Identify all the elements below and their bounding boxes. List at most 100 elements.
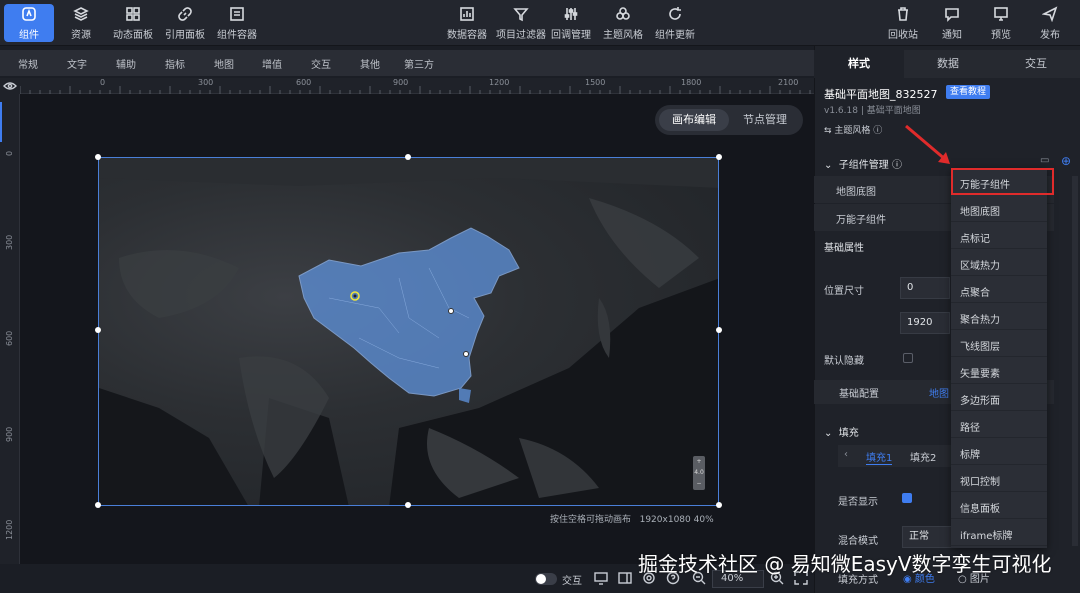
- component-version: v1.6.18 | 基础平面地图: [824, 106, 921, 116]
- menu-item[interactable]: 矢量要素: [951, 357, 1047, 384]
- theme-style-row[interactable]: ⇆ 主题风格 ⓘ: [824, 123, 882, 136]
- ruler-label: 0: [5, 150, 14, 156]
- category-tab[interactable]: 地图: [214, 56, 234, 71]
- canvas-mode-toggle: 画布编辑 节点管理: [655, 105, 803, 135]
- canvas-edit-tab[interactable]: 画布编辑: [659, 109, 729, 131]
- view-tutorial-button[interactable]: 查看教程: [946, 85, 991, 99]
- interact-switch[interactable]: [535, 573, 557, 585]
- trash-icon: [898, 6, 908, 21]
- blend-mode-select[interactable]: 正常: [902, 526, 952, 548]
- tab-style[interactable]: 样式: [814, 50, 904, 78]
- menu-item[interactable]: 标牌: [951, 438, 1047, 465]
- toolbar-notify-button[interactable]: 通知: [936, 4, 968, 42]
- resize-handle[interactable]: [716, 327, 722, 333]
- category-tab[interactable]: 常规: [18, 56, 38, 71]
- menu-item[interactable]: 聚合热力: [951, 303, 1047, 330]
- ruler-label: 900: [393, 78, 409, 87]
- chevron-left-icon[interactable]: ‹: [844, 449, 848, 460]
- sub-component-header[interactable]: ⌄ 子组件管理 ⓘ: [824, 156, 902, 171]
- map-component[interactable]: [98, 157, 719, 506]
- toolbar-callback-button[interactable]: 回调管理: [550, 4, 592, 42]
- tab-basic-config[interactable]: 基础配置: [839, 385, 879, 400]
- fill-tab-2[interactable]: 填充2: [910, 449, 936, 464]
- canvas-hint: 按住空格可拖动画布 1920x1080 40%: [550, 515, 714, 525]
- refresh-icon: [669, 6, 681, 20]
- highlight-box: [951, 168, 1054, 195]
- resize-handle[interactable]: [405, 154, 411, 160]
- category-tab[interactable]: 增值: [262, 56, 282, 71]
- toolbar-component-button[interactable]: 组件: [4, 4, 54, 42]
- resize-handle[interactable]: [95, 154, 101, 160]
- ruler-label: 900: [5, 426, 14, 442]
- resize-handle[interactable]: [95, 502, 101, 508]
- toolbar-update-button[interactable]: 组件更新: [654, 4, 696, 42]
- toolbar-dynamic-panel-button[interactable]: 动态面板: [108, 4, 158, 42]
- ruler-corner[interactable]: [0, 78, 20, 94]
- ruler-marker: [0, 102, 2, 142]
- tab-data[interactable]: 数据: [904, 50, 992, 78]
- help-icon[interactable]: ⓘ: [873, 126, 882, 136]
- toolbar-resource-button[interactable]: 资源: [58, 4, 104, 42]
- default-hidden-checkbox[interactable]: [903, 353, 913, 363]
- ruler-label: 600: [5, 330, 14, 346]
- resize-handle[interactable]: [95, 327, 101, 333]
- map-zoom-control[interactable]: +4.0−: [693, 456, 705, 490]
- toolbar-data-container-button[interactable]: 数据容器: [444, 4, 490, 42]
- screen-icon[interactable]: [594, 571, 608, 585]
- category-tabs: 常规 文字 辅助 指标 地图 增值 交互 其他 第三方: [0, 50, 814, 76]
- menu-item[interactable]: 信息面板: [951, 492, 1047, 519]
- toolbar-ref-panel-button[interactable]: 引用面板: [162, 4, 208, 42]
- resize-handle[interactable]: [405, 502, 411, 508]
- category-tab[interactable]: 其他: [360, 56, 380, 71]
- vertical-ruler: 0 300 600 900 1200: [0, 94, 20, 564]
- menu-item[interactable]: 地图底图: [951, 195, 1047, 222]
- node-manage-tab[interactable]: 节点管理: [731, 109, 799, 131]
- pos-x-input[interactable]: 0: [900, 277, 950, 299]
- resize-handle[interactable]: [716, 502, 722, 508]
- tab-interact[interactable]: 交互: [992, 50, 1080, 78]
- fill-tab-1[interactable]: 填充1: [866, 449, 893, 465]
- category-tab[interactable]: 第三方: [404, 56, 434, 71]
- toolbar-filter-button[interactable]: 项目过滤器: [493, 4, 549, 42]
- show-checkbox[interactable]: [902, 493, 912, 503]
- chevron-down-icon: ⌄: [824, 428, 833, 439]
- layers-icon: [73, 6, 89, 21]
- map-marker[interactable]: [448, 308, 454, 314]
- watermark-text: 掘金技术社区 @ 易知微EasyV数字孪生可视化: [638, 552, 1052, 576]
- menu-item[interactable]: 点聚合: [951, 276, 1047, 303]
- category-tab[interactable]: 文字: [67, 56, 87, 71]
- chevron-down-icon: ⌄: [824, 160, 833, 171]
- menu-item[interactable]: 飞线图层: [951, 330, 1047, 357]
- resize-handle[interactable]: [716, 154, 722, 160]
- tab-map[interactable]: 地图: [929, 385, 949, 400]
- ruler-label: 2100: [778, 78, 799, 87]
- toolbar-component-container-button[interactable]: 组件容器: [214, 4, 260, 42]
- basic-props-header: 基础属性: [824, 243, 864, 254]
- menu-scrollbar[interactable]: [1072, 176, 1078, 546]
- width-input[interactable]: 1920: [900, 312, 950, 334]
- map-marker[interactable]: [463, 351, 469, 357]
- toolbar-trash-button[interactable]: 回收站: [885, 4, 921, 42]
- menu-item[interactable]: 路径: [951, 411, 1047, 438]
- add-circle-icon[interactable]: ⊕: [1061, 154, 1071, 168]
- toolbar-publish-button[interactable]: 发布: [1034, 4, 1066, 42]
- toolbar-preview-button[interactable]: 预览: [985, 4, 1017, 42]
- menu-item[interactable]: 视口控制: [951, 465, 1047, 492]
- fill-section-header[interactable]: ⌄ 填充: [824, 424, 859, 439]
- panel-tabs: 样式 数据 交互: [814, 50, 1080, 78]
- panel-icon[interactable]: [618, 571, 632, 585]
- category-tab[interactable]: 辅助: [116, 56, 136, 71]
- add-sub-component-menu: 万能子组件 地图底图 点标记 区域热力 点聚合 聚合热力 飞线图层 矢量要素 多…: [951, 168, 1047, 548]
- monitor-icon: [994, 6, 1008, 21]
- position-size-label: 位置尺寸: [824, 286, 864, 297]
- category-tab[interactable]: 指标: [165, 56, 185, 71]
- menu-item[interactable]: iframe标牌: [951, 519, 1047, 546]
- menu-item[interactable]: 区域热力: [951, 249, 1047, 276]
- toolbar-theme-button[interactable]: 主题风格: [602, 4, 644, 42]
- message-icon: [945, 7, 959, 22]
- menu-item[interactable]: 点标记: [951, 222, 1047, 249]
- category-tab[interactable]: 交互: [311, 56, 331, 71]
- menu-item[interactable]: 多边形面: [951, 384, 1047, 411]
- folder-icon[interactable]: ▭: [1040, 155, 1049, 166]
- ruler-label: 300: [198, 78, 214, 87]
